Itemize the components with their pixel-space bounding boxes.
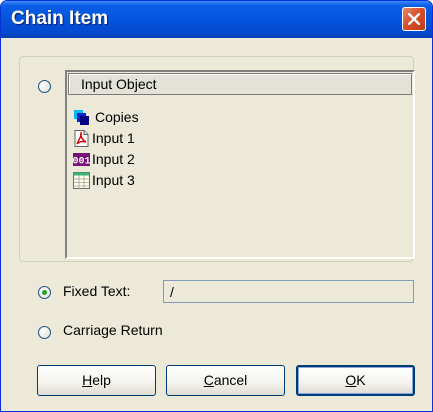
table-icon bbox=[73, 172, 90, 189]
fixed-text-radio[interactable] bbox=[38, 286, 51, 299]
input-object-list[interactable]: Input Object Copies Input 1 001 Input 2 … bbox=[65, 70, 415, 259]
fixed-text-label: Fixed Text: bbox=[63, 283, 131, 299]
ok-button[interactable]: OK bbox=[296, 365, 415, 396]
ok-button-label: K bbox=[356, 372, 366, 388]
help-button[interactable]: Help bbox=[37, 365, 156, 396]
pdf-document-icon bbox=[74, 130, 89, 147]
ok-mnemonic: O bbox=[345, 372, 357, 388]
cancel-button[interactable]: Cancel bbox=[166, 365, 285, 396]
carriage-return-label: Carriage Return bbox=[63, 322, 163, 338]
title-bar[interactable]: Chain Item bbox=[1, 1, 432, 38]
close-button[interactable] bbox=[402, 7, 426, 31]
input-object-radio[interactable] bbox=[38, 80, 51, 93]
list-header-input-object[interactable]: Input Object bbox=[68, 73, 412, 95]
fixed-text-input[interactable] bbox=[163, 280, 414, 303]
close-icon bbox=[408, 13, 420, 25]
cancel-button-label: ancel bbox=[213, 372, 248, 388]
carriage-return-radio[interactable] bbox=[38, 326, 51, 339]
help-mnemonic: H bbox=[82, 372, 93, 388]
number-field-icon: 001 bbox=[73, 153, 90, 168]
help-button-label: elp bbox=[92, 372, 111, 388]
cancel-mnemonic: C bbox=[203, 372, 214, 388]
copies-icon bbox=[74, 110, 89, 125]
svg-text:001: 001 bbox=[73, 157, 90, 168]
dialog-title: Chain Item bbox=[11, 8, 109, 29]
